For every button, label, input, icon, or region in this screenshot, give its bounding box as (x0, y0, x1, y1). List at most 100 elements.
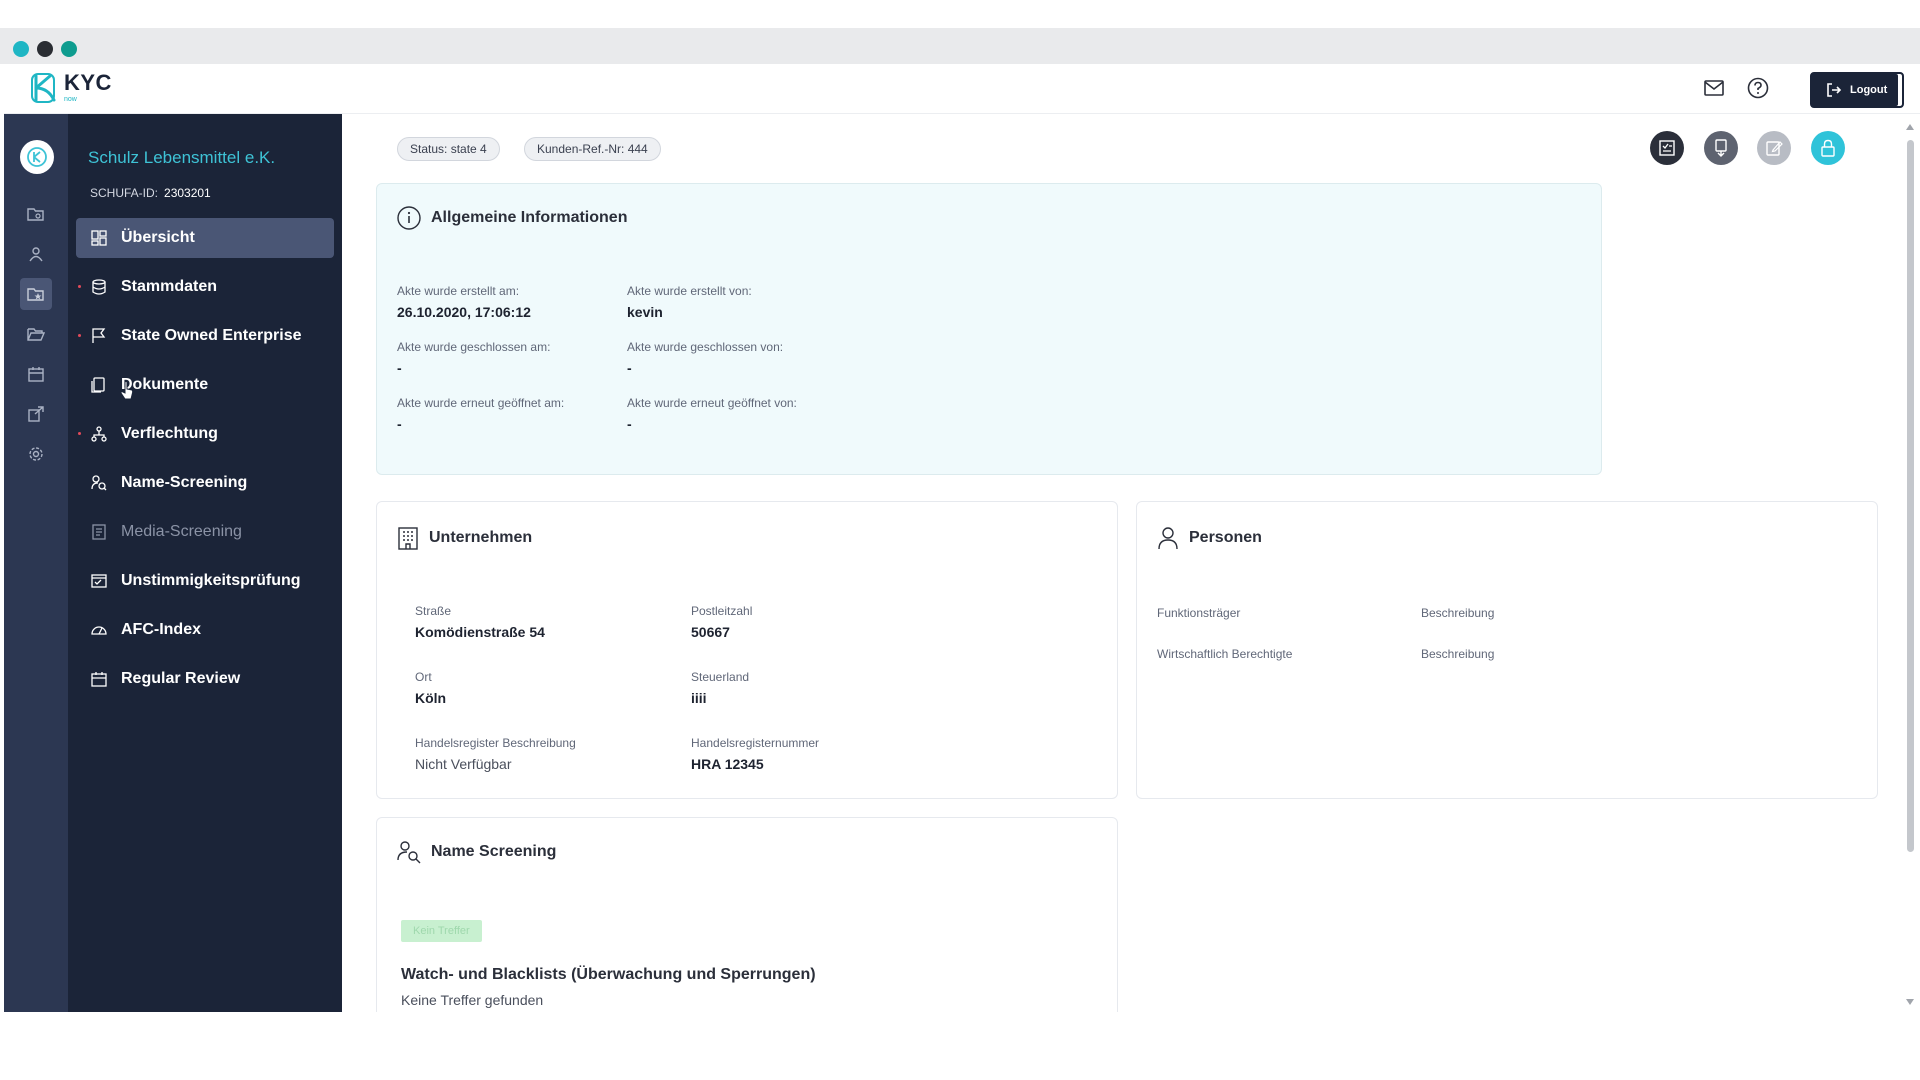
sidebar-item-verflechtung[interactable]: Verflechtung (76, 414, 334, 454)
rail-share-icon[interactable] (20, 398, 52, 430)
sidebar-item-afc-index[interactable]: AFC-Index (76, 610, 334, 650)
dashboard-icon (89, 228, 109, 248)
main-content: Status: state 4 Kunden-Ref.-Nr: 444 Allg… (342, 114, 1920, 1012)
company-card-title-text: Unternehmen (429, 529, 533, 546)
sidebar-item-label: Stammdaten (121, 278, 218, 295)
rail-calendar-icon[interactable] (20, 358, 52, 390)
field-value: - (397, 416, 402, 432)
sidebar-item-label: AFC-Index (121, 621, 201, 638)
logo-subtext: now (64, 95, 77, 103)
checklist-button[interactable] (1650, 131, 1684, 165)
persons-row-label: Wirtschaftlich Berechtigte (1157, 647, 1292, 661)
sidebar-item-label: Regular Review (121, 670, 241, 687)
app-window: KYC now Logout Schulz Lebensmittel e.K. … (4, 64, 1920, 1012)
field-value: HRA 12345 (691, 756, 764, 772)
field-label: Akte wurde erneut geöffnet von: (627, 396, 797, 410)
field-value: - (397, 360, 402, 376)
info-icon (397, 206, 421, 230)
field-value: - (627, 416, 632, 432)
sidebar-item-media-screening[interactable]: Media-Screening (76, 512, 334, 552)
logo-mark-icon (31, 73, 56, 103)
person-search-icon (397, 841, 421, 864)
gauge-icon (89, 620, 109, 640)
field-label: Postleitzahl (691, 604, 753, 618)
field-label: Akte wurde erstellt von: (627, 284, 752, 298)
building-icon (398, 527, 418, 550)
sidebar-item-label: Name-Screening (121, 474, 248, 491)
alert-bullet (78, 285, 81, 288)
download-button[interactable] (1704, 131, 1738, 165)
field-value: kevin (627, 304, 663, 320)
persons-card: Personen Funktionsträger Beschreibung Wi… (1136, 501, 1878, 799)
name-screening-title-text: Name Screening (431, 843, 557, 860)
field-label: Straße (415, 604, 452, 618)
sidebar-item-label: Dokumente (121, 376, 209, 393)
mail-icon[interactable] (1702, 76, 1726, 100)
rail-user-icon[interactable] (20, 238, 52, 270)
help-icon[interactable] (1746, 76, 1770, 100)
brand-avatar-icon (27, 147, 47, 167)
window-maximize-dot[interactable] (61, 41, 77, 57)
field-label: Funktionsträger (1157, 606, 1241, 620)
sidebar-item-regular-review[interactable]: Regular Review (76, 659, 334, 699)
checklist-icon (1659, 140, 1675, 156)
field-value: Nicht Verfügbar (415, 756, 512, 772)
no-hit-badge: Kein Treffer (401, 920, 482, 942)
person-icon (1158, 527, 1178, 550)
postcode-field: Postleitzahl 50667 (691, 604, 752, 640)
edit-button[interactable] (1757, 131, 1791, 165)
field-label: Ort (415, 670, 432, 684)
created-by-field: Akte wurde erstellt von: kevin (627, 284, 752, 320)
company-name: Schulz Lebensmittel e.K. (88, 148, 276, 167)
company-card-title: Unternehmen (397, 526, 532, 550)
watchlist-section-text: Keine Treffer gefunden (401, 992, 544, 1008)
register-description-field: Handelsregister Beschreibung Nicht Verfü… (415, 736, 576, 772)
rail-gear-icon[interactable] (20, 438, 52, 470)
name-screening-title: Name Screening (397, 840, 556, 864)
schufa-label: SCHUFA-ID: (90, 186, 159, 200)
alert-bullet (78, 432, 81, 435)
flag-icon (89, 326, 109, 346)
sidebar-nav: Übersicht Stammdaten State Owned Enterpr… (76, 218, 334, 708)
sidebar-item-stammdaten[interactable]: Stammdaten (76, 267, 334, 307)
sidebar-item-unstimmigkeitspruefung[interactable]: Unstimmigkeitsprüfung (76, 561, 334, 601)
scroll-up-arrow-icon[interactable] (1906, 124, 1914, 130)
mouse-cursor-icon (120, 381, 134, 400)
lock-button[interactable] (1811, 131, 1845, 165)
alert-bullet (78, 334, 81, 337)
icon-rail (4, 114, 68, 1012)
schufa-value: 2303201 (164, 186, 211, 200)
window-close-dot[interactable] (13, 41, 29, 57)
field-label: Akte wurde erstellt am: (397, 284, 520, 298)
logo[interactable]: KYC now (30, 71, 112, 104)
top-bar: KYC now Logout (4, 64, 1920, 114)
rail-folder-open-icon[interactable] (20, 318, 52, 350)
company-card: Unternehmen Straße Komödienstraße 54 Pos… (376, 501, 1118, 799)
window-minimize-dot[interactable] (37, 41, 53, 57)
sidebar-item-label: Unstimmigkeitsprüfung (121, 572, 301, 589)
register-number-field: Handelsregisternummer HRA 12345 (691, 736, 819, 772)
sidebar-item-dokumente[interactable]: Dokumente (76, 365, 334, 405)
sidebar-item-label: State Owned Enterprise (121, 327, 302, 344)
scroll-down-arrow-icon[interactable] (1906, 999, 1914, 1005)
persons-card-title: Personen (1157, 526, 1262, 550)
logout-button[interactable]: Logout (1810, 72, 1904, 108)
persons-row-value[interactable]: Beschreibung (1421, 647, 1494, 661)
persons-row-value[interactable]: Beschreibung (1421, 606, 1494, 620)
scrollbar-thumb[interactable] (1907, 140, 1914, 852)
sidebar-item-name-screening[interactable]: Name-Screening (76, 463, 334, 503)
status-badge: Status: state 4 (397, 137, 500, 161)
persons-row-label: Funktionsträger (1157, 606, 1240, 620)
field-value: iiii (691, 690, 707, 706)
sidebar-item-state-owned-enterprise[interactable]: State Owned Enterprise (76, 316, 334, 356)
database-icon (89, 277, 109, 297)
street-field: Straße Komödienstraße 54 (415, 604, 545, 640)
field-label: Akte wurde erneut geöffnet am: (397, 396, 565, 410)
field-value: Köln (415, 690, 447, 706)
rail-folder-star-icon[interactable] (20, 278, 52, 310)
sidebar: Schulz Lebensmittel e.K. SCHUFA-ID: 23032… (68, 114, 342, 1012)
avatar[interactable] (20, 140, 54, 174)
rail-folder-search-icon[interactable] (20, 198, 52, 230)
sidebar-item-uebersicht[interactable]: Übersicht (76, 218, 334, 258)
scrollbar[interactable] (1904, 122, 1916, 1012)
